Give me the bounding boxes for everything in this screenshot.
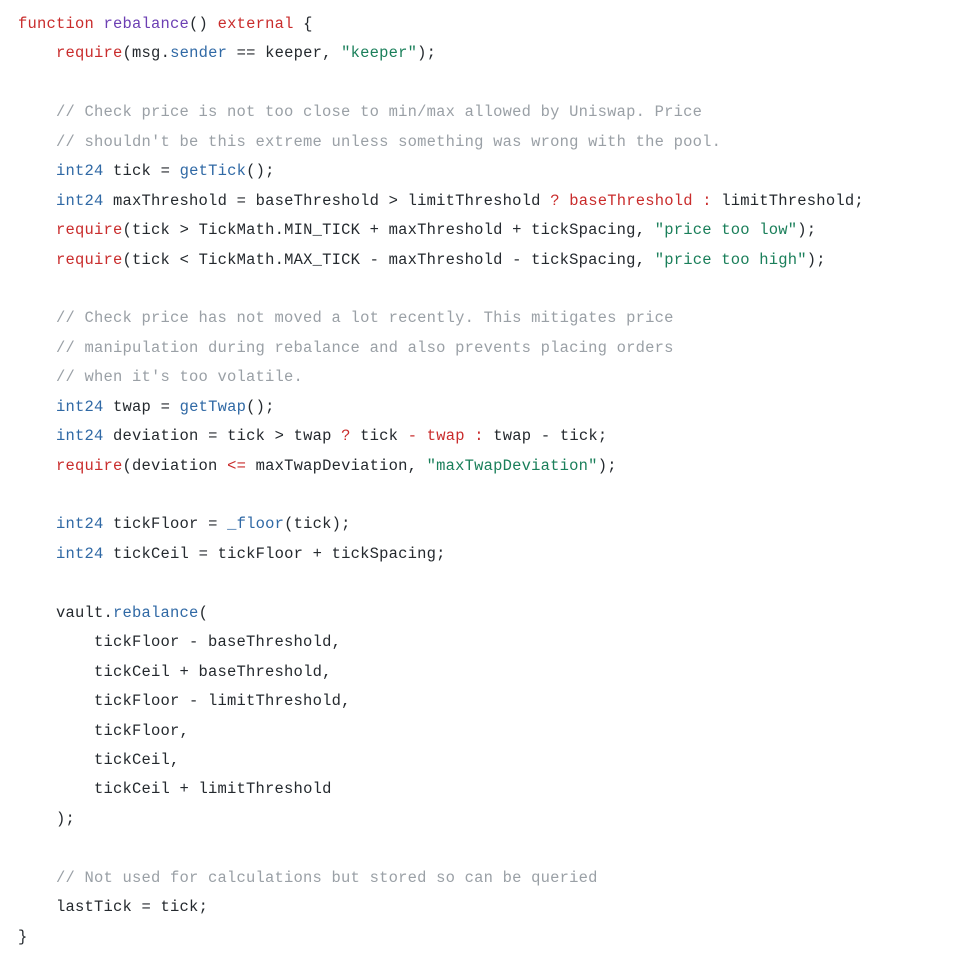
comment-twap-3: // when it's too volatile.: [56, 368, 303, 386]
type-int24: int24: [56, 427, 104, 445]
fn-name-rebalance: rebalance: [104, 15, 190, 33]
id-tickspacing: tickSpacing: [531, 251, 636, 269]
op-minus: -: [408, 427, 418, 445]
id-twap: twap: [493, 427, 531, 445]
id-tick: tick: [132, 251, 170, 269]
str-maxtwap: "maxTwapDeviation": [427, 457, 598, 475]
id-maxthreshold: maxThreshold: [389, 221, 503, 239]
id-limitthreshold: limitThreshold: [199, 780, 332, 798]
op-ternary-colon: :: [474, 427, 484, 445]
comment-twap-2: // manipulation during rebalance and als…: [56, 339, 674, 357]
fn-gettwap: getTwap: [180, 398, 247, 416]
code-block: function rebalance() external { require(…: [18, 10, 942, 952]
op-ternary-q: ?: [341, 427, 351, 445]
id-tick: tick: [113, 162, 151, 180]
id-tickfloor: tickFloor: [94, 633, 180, 651]
id-basethreshold: baseThreshold: [256, 192, 380, 210]
id-tickfloor: tickFloor: [113, 515, 199, 533]
type-int24: int24: [56, 545, 104, 563]
id-tickceil: tickCeil: [94, 780, 170, 798]
fn-gettick: getTick: [180, 162, 247, 180]
kw-require: require: [56, 251, 123, 269]
id-tickfloor: tickFloor: [94, 692, 180, 710]
id-maxthreshold: maxThreshold: [389, 251, 503, 269]
fn-rebalance-call: rebalance: [113, 604, 199, 622]
op-ternary-q: ?: [550, 192, 560, 210]
id-basethreshold: baseThreshold: [208, 633, 332, 651]
id-tickmath-max: TickMath.MAX_TICK: [199, 251, 361, 269]
kw-require: require: [56, 44, 123, 62]
id-vault: vault: [56, 604, 104, 622]
type-int24: int24: [56, 192, 104, 210]
id-maxtwapdeviation: maxTwapDeviation: [256, 457, 408, 475]
id-twap: twap: [294, 427, 332, 445]
id-tickfloor: tickFloor: [94, 722, 180, 740]
id-tick: tick: [227, 427, 265, 445]
id-basethreshold: baseThreshold: [199, 663, 323, 681]
str-price-low: "price too low": [655, 221, 798, 239]
ternary-basethreshold: baseThreshold: [569, 192, 693, 210]
id-tickmath-min: TickMath.MIN_TICK: [199, 221, 361, 239]
id-tick: tick: [360, 427, 398, 445]
id-tickspacing: tickSpacing: [531, 221, 636, 239]
type-int24: int24: [56, 515, 104, 533]
id-tickfloor: tickFloor: [218, 545, 304, 563]
kw-function: function: [18, 15, 94, 33]
id-limitthreshold: limitThreshold: [208, 692, 341, 710]
id-tick: tick: [294, 515, 332, 533]
kw-require: require: [56, 457, 123, 475]
id-twap: twap: [113, 398, 151, 416]
id-tickceil: tickCeil: [113, 545, 189, 563]
id-tick: tick: [161, 898, 199, 916]
comment-twap-1: // Check price has not moved a lot recen…: [56, 309, 674, 327]
id-limitthreshold: limitThreshold: [721, 192, 854, 210]
prop-sender: sender: [170, 44, 227, 62]
id-keeper: keeper: [265, 44, 322, 62]
type-int24: int24: [56, 162, 104, 180]
id-deviation: deviation: [113, 427, 199, 445]
id-deviation: deviation: [132, 457, 218, 475]
fn-floor: _floor: [227, 515, 284, 533]
comment-price-2: // shouldn't be this extreme unless some…: [56, 133, 721, 151]
id-tickspacing: tickSpacing: [332, 545, 437, 563]
id-maxthreshold: maxThreshold: [113, 192, 227, 210]
type-int24: int24: [56, 398, 104, 416]
op-lte: <=: [227, 457, 246, 475]
ternary-twap: twap: [427, 427, 465, 445]
kw-require: require: [56, 221, 123, 239]
comment-price-1: // Check price is not too close to min/m…: [56, 103, 702, 121]
str-price-high: "price too high": [655, 251, 807, 269]
id-tickceil: tickCeil: [94, 751, 170, 769]
kw-external: external: [218, 15, 294, 33]
id-msg: msg: [132, 44, 161, 62]
id-tick: tick: [560, 427, 598, 445]
id-tickceil: tickCeil: [94, 663, 170, 681]
id-lasttick: lastTick: [56, 898, 132, 916]
comment-lasttick: // Not used for calculations but stored …: [56, 869, 598, 887]
id-tick: tick: [132, 221, 170, 239]
id-limitthreshold: limitThreshold: [408, 192, 541, 210]
op-ternary-colon: :: [702, 192, 712, 210]
str-keeper: "keeper": [341, 44, 417, 62]
